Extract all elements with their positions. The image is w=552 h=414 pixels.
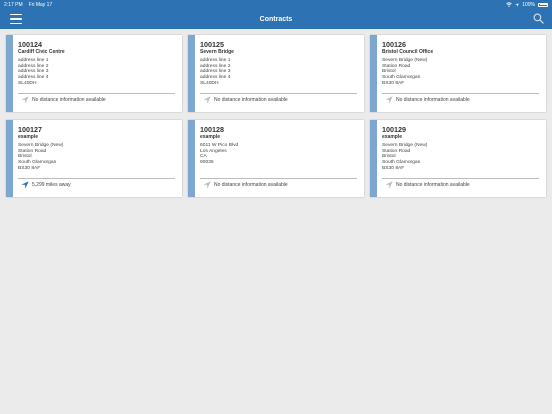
contract-name: example bbox=[18, 134, 39, 140]
location-services-icon bbox=[515, 2, 520, 7]
contract-name: example bbox=[200, 134, 221, 140]
card-divider bbox=[200, 93, 357, 94]
contract-number: 100129 bbox=[382, 125, 406, 134]
distance-text: No distance information available bbox=[396, 182, 470, 188]
distance-info: No distance information available bbox=[203, 95, 357, 105]
contract-card[interactable]: 100127 example Severn Bridge (New) Statio… bbox=[6, 120, 182, 197]
status-bar: 2:17 PM Fri May 17 100% bbox=[0, 0, 552, 9]
contract-number: 100125 bbox=[200, 40, 224, 49]
contracts-grid: 100124 Cardiff Civic Centre address line… bbox=[6, 35, 549, 197]
card-divider bbox=[18, 93, 175, 94]
distance-info: 5,299 miles away bbox=[21, 180, 175, 190]
distance-info: No distance information available bbox=[385, 180, 539, 190]
distance-text: 5,299 miles away bbox=[32, 182, 71, 188]
card-divider bbox=[18, 178, 175, 179]
address-line: 90035 bbox=[200, 160, 214, 166]
contract-card[interactable]: 100126 Bristol Council Office Severn Bri… bbox=[370, 35, 546, 112]
card-divider bbox=[382, 178, 539, 179]
card-divider bbox=[382, 93, 539, 94]
contract-card[interactable]: 100128 example 6011 W Pico Blvd Los Angel… bbox=[188, 120, 364, 197]
card-accent-stripe bbox=[188, 120, 195, 197]
distance-text: No distance information available bbox=[214, 97, 288, 103]
location-arrow-icon bbox=[21, 181, 29, 189]
contract-name: Bristol Council Office bbox=[382, 49, 434, 55]
card-accent-stripe bbox=[6, 35, 13, 112]
search-icon[interactable] bbox=[533, 13, 544, 24]
contract-number: 100128 bbox=[200, 125, 224, 134]
contract-number: 100127 bbox=[18, 125, 42, 134]
address-line: BS30 8AF bbox=[382, 80, 405, 86]
address-line: SL40DH bbox=[18, 80, 37, 86]
address-line: SL40DH bbox=[200, 80, 219, 86]
wifi-icon bbox=[506, 2, 512, 7]
distance-info: No distance information available bbox=[203, 180, 357, 190]
contract-address: 6011 W Pico Blvd Los Angeles CA 90035 bbox=[200, 143, 357, 173]
contract-name: Severn Bridge bbox=[200, 49, 234, 55]
address-line: BS30 8AF bbox=[382, 165, 405, 171]
distance-text: No distance information available bbox=[214, 182, 288, 188]
card-accent-stripe bbox=[188, 35, 195, 112]
battery-percent: 100% bbox=[522, 1, 535, 8]
location-arrow-icon bbox=[203, 96, 211, 104]
address-line: BS30 8AF bbox=[18, 165, 41, 171]
hamburger-icon bbox=[10, 22, 22, 24]
contract-card[interactable]: 100124 Cardiff Civic Centre address line… bbox=[6, 35, 182, 112]
contract-name: example bbox=[382, 134, 403, 140]
contract-card[interactable]: 100129 example Severn Bridge (New) Statio… bbox=[370, 120, 546, 197]
contract-address: Severn Bridge (New) Station Road Bristol So… bbox=[382, 143, 539, 173]
contract-address: Severn Bridge (New) Station Road Bristol So… bbox=[18, 143, 175, 173]
status-date: Fri May 17 bbox=[28, 1, 53, 8]
battery-icon bbox=[538, 2, 548, 7]
card-accent-stripe bbox=[6, 120, 13, 197]
contract-address: address line 1 address line 2 address line… bbox=[200, 58, 357, 88]
location-arrow-icon bbox=[203, 181, 211, 189]
nav-bar: Contracts bbox=[0, 9, 552, 29]
contract-number: 100126 bbox=[382, 40, 406, 49]
distance-text: No distance information available bbox=[396, 97, 470, 103]
distance-text: No distance information available bbox=[32, 97, 106, 103]
card-divider bbox=[200, 178, 357, 179]
hamburger-icon bbox=[10, 14, 22, 16]
location-arrow-icon bbox=[385, 181, 393, 189]
contract-card[interactable]: 100125 Severn Bridge address line 1 addre… bbox=[188, 35, 364, 112]
contract-address: Severn Bridge (New) Station Road Bristol So… bbox=[382, 58, 539, 88]
contract-address: address line 1 address line 2 address line… bbox=[18, 58, 175, 88]
status-time: 2:17 PM bbox=[4, 1, 23, 8]
menu-button[interactable] bbox=[10, 14, 22, 24]
contract-number: 100124 bbox=[18, 40, 42, 49]
location-arrow-icon bbox=[21, 96, 29, 104]
contract-name: Cardiff Civic Centre bbox=[18, 49, 65, 55]
distance-info: No distance information available bbox=[21, 95, 175, 105]
page-title: Contracts bbox=[259, 15, 293, 23]
location-arrow-icon bbox=[385, 96, 393, 104]
hamburger-icon bbox=[10, 18, 22, 20]
card-accent-stripe bbox=[370, 35, 377, 112]
distance-info: No distance information available bbox=[385, 95, 539, 105]
card-accent-stripe bbox=[370, 120, 377, 197]
